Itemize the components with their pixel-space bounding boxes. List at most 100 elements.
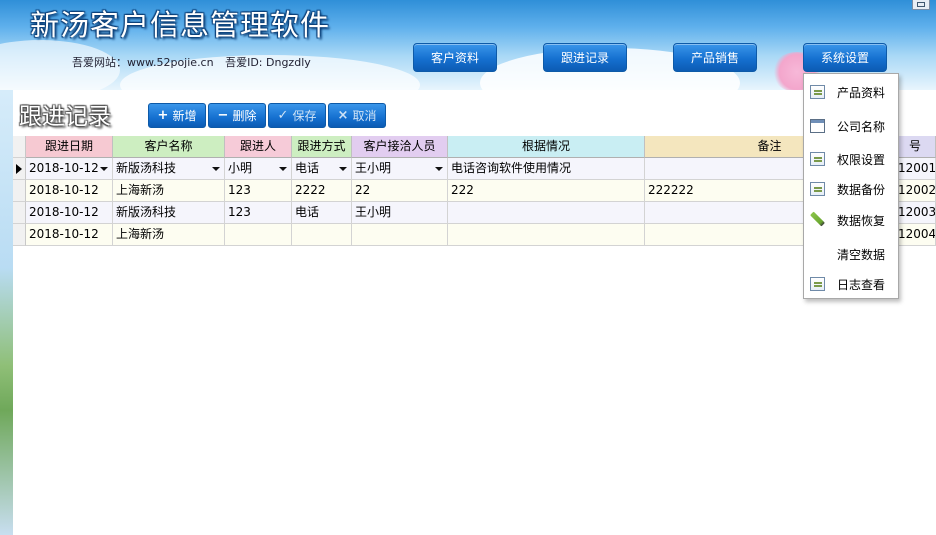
- chevron-down-icon[interactable]: [339, 167, 347, 171]
- menu-item-backup[interactable]: 数据备份: [804, 176, 898, 202]
- cell-contact[interactable]: 王小明: [352, 202, 448, 224]
- nav-follow-up-button[interactable]: 跟进记录: [543, 43, 627, 72]
- nav-system-settings-button[interactable]: 系统设置: [803, 43, 887, 72]
- site-url-label: 吾爱网站：www.52pojie.cn: [72, 56, 214, 69]
- cell-contact[interactable]: 王小明: [352, 158, 448, 180]
- col-header-customer[interactable]: 客户名称: [113, 136, 225, 158]
- site-info: 吾爱网站：www.52pojie.cn 吾爱ID: Dngzdly: [72, 54, 319, 70]
- cell-method-value: 电话: [295, 161, 320, 175]
- add-button[interactable]: + 新增: [148, 103, 206, 128]
- cell-method[interactable]: 2222: [292, 180, 352, 202]
- check-icon: ✓: [277, 108, 289, 123]
- menu-item-company-name[interactable]: 公司名称: [804, 113, 898, 139]
- table-row[interactable]: 2018-10-12 新版汤科技 123 电话 王小明 12003: [13, 202, 936, 224]
- delete-button[interactable]: − 删除: [208, 103, 266, 128]
- row-header[interactable]: [13, 158, 26, 180]
- chevron-down-icon[interactable]: [212, 167, 220, 171]
- cell-method[interactable]: [292, 224, 352, 246]
- cell-date[interactable]: 2018-10-12: [26, 224, 113, 246]
- row-header[interactable]: [13, 202, 26, 224]
- nav-customer-info-button[interactable]: 客户资料: [413, 43, 497, 72]
- cell-contact[interactable]: 22: [352, 180, 448, 202]
- cell-customer[interactable]: 上海新汤: [113, 180, 225, 202]
- cell-customer[interactable]: 上海新汤: [113, 224, 225, 246]
- system-settings-menu: 产品资料 公司名称 权限设置 数据备份 数据恢复 清空数据 日志查看: [803, 73, 899, 299]
- col-header-contact[interactable]: 客户接洽人员: [352, 136, 448, 158]
- row-header[interactable]: [13, 180, 26, 202]
- cell-person[interactable]: 小明: [225, 158, 292, 180]
- menu-item-label: 日志查看: [837, 278, 886, 292]
- col-header-date[interactable]: 跟进日期: [26, 136, 113, 158]
- menu-item-log-view[interactable]: 日志查看: [804, 271, 898, 297]
- menu-item-restore[interactable]: 数据恢复: [804, 207, 898, 233]
- col-header-number[interactable]: 号: [895, 136, 936, 158]
- user-id-label: 吾爱ID: Dngzdly: [225, 56, 311, 69]
- col-header-person[interactable]: 跟进人: [225, 136, 292, 158]
- save-button-label: 保存: [292, 109, 317, 123]
- col-header-situation[interactable]: 根据情况: [448, 136, 645, 158]
- restore-icon: [917, 2, 925, 7]
- menu-item-label: 产品资料: [837, 86, 886, 100]
- chevron-down-icon[interactable]: [279, 167, 287, 171]
- cell-method[interactable]: 电话: [292, 158, 352, 180]
- cell-number[interactable]: 12002: [895, 180, 936, 202]
- cell-customer[interactable]: 新版汤科技: [113, 158, 225, 180]
- minus-icon: −: [217, 108, 229, 123]
- table-row[interactable]: 2018-10-12 新版汤科技 小明 电话 王小明 电话咨询软件使用情况 12…: [13, 158, 936, 180]
- log-edit-icon: [810, 277, 825, 291]
- cell-number[interactable]: 12001: [895, 158, 936, 180]
- save-button[interactable]: ✓ 保存: [268, 103, 326, 128]
- document-check-icon: [810, 152, 825, 166]
- cell-contact-value: 王小明: [355, 161, 392, 175]
- delete-button-label: 删除: [232, 109, 257, 123]
- cell-situation[interactable]: 电话咨询软件使用情况: [448, 158, 645, 180]
- cell-date-value: 2018-10-12: [29, 161, 99, 175]
- app-title: 新汤客户信息管理软件: [30, 8, 331, 42]
- chevron-down-icon[interactable]: [100, 167, 108, 171]
- cancel-button[interactable]: × 取消: [328, 103, 386, 128]
- plus-icon: +: [157, 108, 169, 123]
- document-check-icon: [810, 85, 825, 99]
- cell-situation[interactable]: [448, 224, 645, 246]
- menu-item-clear-data[interactable]: 清空数据: [804, 241, 898, 267]
- col-header-method[interactable]: 跟进方式: [292, 136, 352, 158]
- cell-method[interactable]: 电话: [292, 202, 352, 224]
- cell-date[interactable]: 2018-10-12: [26, 158, 113, 180]
- cell-number[interactable]: 12004: [895, 224, 936, 246]
- cell-person[interactable]: [225, 224, 292, 246]
- chevron-down-icon[interactable]: [435, 167, 443, 171]
- menu-item-label: 公司名称: [837, 120, 886, 134]
- cell-date[interactable]: 2018-10-12: [26, 180, 113, 202]
- left-background-strip: [0, 90, 13, 535]
- cell-number[interactable]: 12003: [895, 202, 936, 224]
- page-title: 跟进记录: [19, 104, 111, 130]
- cell-situation[interactable]: 222: [448, 180, 645, 202]
- close-icon: ×: [337, 108, 349, 123]
- cell-person-value: 小明: [228, 161, 253, 175]
- table-row[interactable]: 2018-10-12 上海新汤 123 2222 22 222 222222 1…: [13, 180, 936, 202]
- cell-contact[interactable]: [352, 224, 448, 246]
- window-restore-button[interactable]: [912, 0, 930, 10]
- table-row[interactable]: 2018-10-12 上海新汤 12004: [13, 224, 936, 246]
- menu-item-label: 数据备份: [837, 183, 886, 197]
- menu-item-permissions[interactable]: 权限设置: [804, 146, 898, 172]
- menu-item-label: 权限设置: [837, 153, 886, 167]
- cell-person[interactable]: 123: [225, 180, 292, 202]
- add-button-label: 新增: [172, 109, 197, 123]
- menu-item-product-info[interactable]: 产品资料: [804, 79, 898, 105]
- cell-situation[interactable]: [448, 202, 645, 224]
- cell-person[interactable]: 123: [225, 202, 292, 224]
- cell-customer-value: 新版汤科技: [116, 161, 177, 175]
- document-check-icon: [810, 182, 825, 196]
- cell-customer[interactable]: 新版汤科技: [113, 202, 225, 224]
- nav-product-sales-button[interactable]: 产品销售: [673, 43, 757, 72]
- menu-item-label: 清空数据: [837, 248, 886, 262]
- cell-date[interactable]: 2018-10-12: [26, 202, 113, 224]
- row-header[interactable]: [13, 224, 26, 246]
- menu-item-label: 数据恢复: [837, 214, 886, 228]
- row-header-corner: [13, 136, 26, 158]
- cancel-button-label: 取消: [352, 109, 377, 123]
- app-header: 新汤客户信息管理软件 吾爱网站：www.52pojie.cn 吾爱ID: Dng…: [0, 0, 936, 90]
- current-row-arrow-icon: [16, 164, 22, 174]
- grid-header-row: 跟进日期 客户名称 跟进人 跟进方式 客户接洽人员 根据情况 备注 号: [13, 136, 936, 158]
